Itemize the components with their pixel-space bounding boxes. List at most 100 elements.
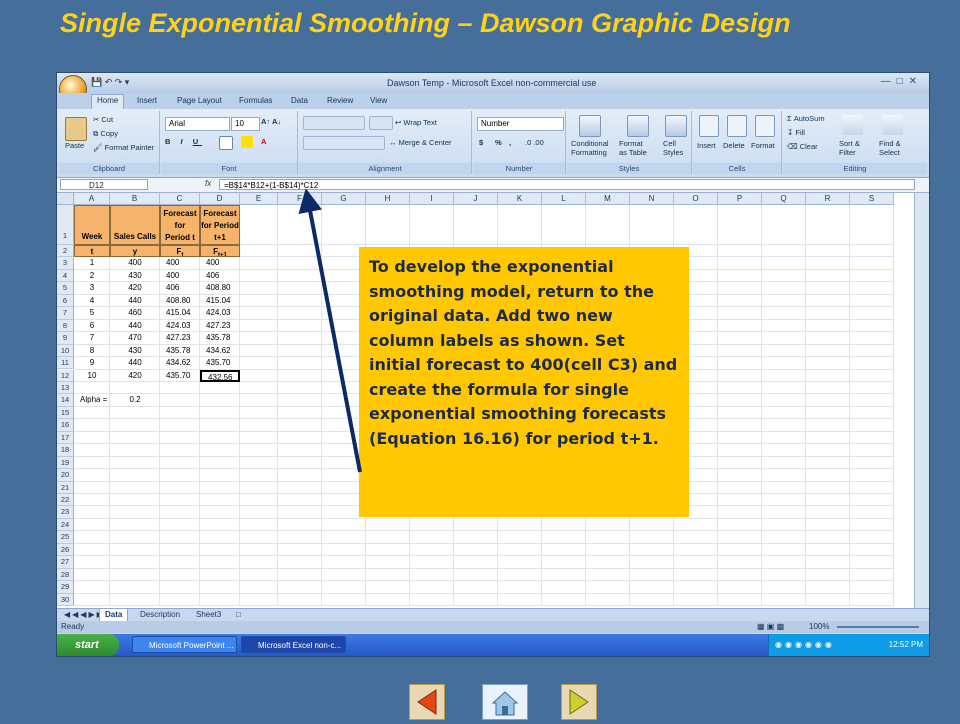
row-header[interactable]: 23: [57, 506, 74, 519]
currency-button[interactable]: $: [479, 138, 483, 147]
row-header[interactable]: 16: [57, 419, 74, 432]
header-y[interactable]: y: [110, 245, 160, 258]
header-ft[interactable]: Ft: [160, 245, 200, 258]
autosum-button[interactable]: Σ AutoSum: [787, 114, 825, 123]
table-cell[interactable]: 5: [74, 307, 110, 319]
sheet-tab-sheet3[interactable]: Sheet3: [191, 609, 226, 621]
table-cell[interactable]: 430: [110, 270, 160, 282]
column-header[interactable]: K: [498, 193, 542, 205]
conditional-formatting-icon[interactable]: [579, 115, 601, 137]
row-header[interactable]: 28: [57, 568, 74, 582]
table-cell[interactable]: 435.70: [160, 370, 200, 382]
cell-styles-button[interactable]: Cell Styles: [663, 139, 683, 157]
row-header[interactable]: 3: [57, 257, 74, 270]
column-header[interactable]: E: [240, 193, 278, 205]
table-cell[interactable]: 400: [160, 257, 200, 269]
column-header[interactable]: C: [160, 193, 200, 205]
cut-button[interactable]: ✂ Cut: [93, 115, 113, 124]
row-header[interactable]: 25: [57, 531, 74, 544]
table-cell[interactable]: 6: [74, 320, 110, 332]
table-cell[interactable]: 440: [110, 357, 160, 369]
binoculars-icon[interactable]: [883, 115, 903, 135]
row-header[interactable]: 14: [57, 394, 74, 407]
column-header[interactable]: A: [74, 193, 110, 205]
sort-filter-button[interactable]: Sort & Filter: [839, 139, 860, 157]
tab-home[interactable]: Home: [91, 94, 125, 110]
row-header[interactable]: 6: [57, 294, 74, 308]
table-cell[interactable]: 470: [110, 332, 160, 344]
row-header[interactable]: 13: [57, 381, 74, 395]
find-select-button[interactable]: Find & Select: [879, 139, 901, 157]
column-header[interactable]: P: [718, 193, 762, 205]
table-cell[interactable]: 400: [160, 270, 200, 282]
column-header[interactable]: J: [454, 193, 498, 205]
font-size-select[interactable]: 10: [231, 117, 260, 131]
row-header[interactable]: 11: [57, 357, 74, 370]
row-header[interactable]: 5: [57, 282, 74, 295]
taskbar-item-powerpoint[interactable]: Microsoft PowerPoint ...: [132, 636, 237, 653]
window-controls[interactable]: —□✕: [881, 76, 923, 87]
table-cell[interactable]: 4: [74, 295, 110, 307]
header-week[interactable]: Week: [74, 205, 110, 245]
table-cell[interactable]: 406: [200, 270, 240, 282]
table-cell[interactable]: 406: [160, 282, 200, 294]
tab-insert[interactable]: Insert: [137, 96, 157, 105]
view-buttons-icon[interactable]: ▦ ▣ ▩: [757, 621, 784, 633]
tab-data[interactable]: Data: [291, 96, 308, 105]
header-forecast-for-period-t[interactable]: Forecast for Period t: [160, 205, 200, 245]
table-cell[interactable]: 420: [110, 370, 160, 382]
column-header[interactable]: N: [630, 193, 674, 205]
column-header[interactable]: S: [850, 193, 894, 205]
table-cell[interactable]: 440: [110, 295, 160, 307]
bold-italic-underline[interactable]: B I U: [165, 137, 202, 146]
number-format-select[interactable]: Number: [477, 117, 564, 131]
borders-icon[interactable]: [219, 136, 233, 150]
start-button[interactable]: start: [57, 634, 119, 656]
back-button[interactable]: [409, 684, 445, 720]
row-header[interactable]: 26: [57, 543, 74, 557]
sheet-tab-description[interactable]: Description: [135, 609, 185, 621]
header-ft1[interactable]: Ft+1: [200, 245, 240, 258]
format-icon[interactable]: [755, 115, 775, 137]
row-header[interactable]: 19: [57, 456, 74, 470]
column-header[interactable]: I: [410, 193, 454, 205]
row-header[interactable]: 2: [57, 245, 74, 258]
format-as-table-button[interactable]: Format as Table: [619, 139, 647, 157]
clear-button[interactable]: ⌫ Clear: [787, 142, 818, 151]
header-sales-calls[interactable]: Sales Calls: [110, 205, 160, 245]
select-all-corner[interactable]: [57, 193, 74, 205]
table-cell[interactable]: 435.78: [200, 332, 240, 344]
format-as-table-icon[interactable]: [627, 115, 649, 137]
row-header[interactable]: 10: [57, 344, 74, 358]
horizontal-align-icons[interactable]: [303, 136, 385, 150]
insert-button[interactable]: Insert: [697, 141, 716, 150]
table-cell[interactable]: 408.80: [160, 295, 200, 307]
column-header[interactable]: R: [806, 193, 850, 205]
orientation-icon[interactable]: [369, 116, 393, 130]
table-cell[interactable]: 435.70: [200, 357, 240, 369]
insert-sheet-icon[interactable]: □: [231, 609, 246, 621]
home-button[interactable]: [482, 684, 528, 720]
table-cell[interactable]: 8: [74, 345, 110, 357]
table-cell[interactable]: 424.03: [200, 307, 240, 319]
comma-button[interactable]: ,: [509, 138, 511, 147]
column-header[interactable]: Q: [762, 193, 806, 205]
table-cell[interactable]: 427.23: [160, 332, 200, 344]
column-header[interactable]: H: [366, 193, 410, 205]
table-cell[interactable]: 420: [110, 282, 160, 294]
table-cell[interactable]: 424.03: [160, 320, 200, 332]
selected-cell-d12[interactable]: 432.56: [200, 369, 240, 382]
column-header[interactable]: L: [542, 193, 586, 205]
table-cell[interactable]: 400: [200, 257, 240, 269]
merge-center-button[interactable]: ↔ Merge & Center: [389, 138, 452, 147]
sort-filter-icon[interactable]: [843, 115, 863, 135]
table-cell[interactable]: 434.62: [160, 357, 200, 369]
font-color-icon[interactable]: A: [261, 137, 266, 146]
table-cell[interactable]: 440: [110, 320, 160, 332]
column-header[interactable]: M: [586, 193, 630, 205]
fx-icon[interactable]: fx: [205, 179, 211, 188]
conditional-formatting-button[interactable]: Conditional Formatting: [571, 139, 609, 157]
row-header[interactable]: 1: [57, 205, 74, 245]
zoom-slider[interactable]: [837, 626, 919, 628]
row-header[interactable]: 9: [57, 332, 74, 345]
